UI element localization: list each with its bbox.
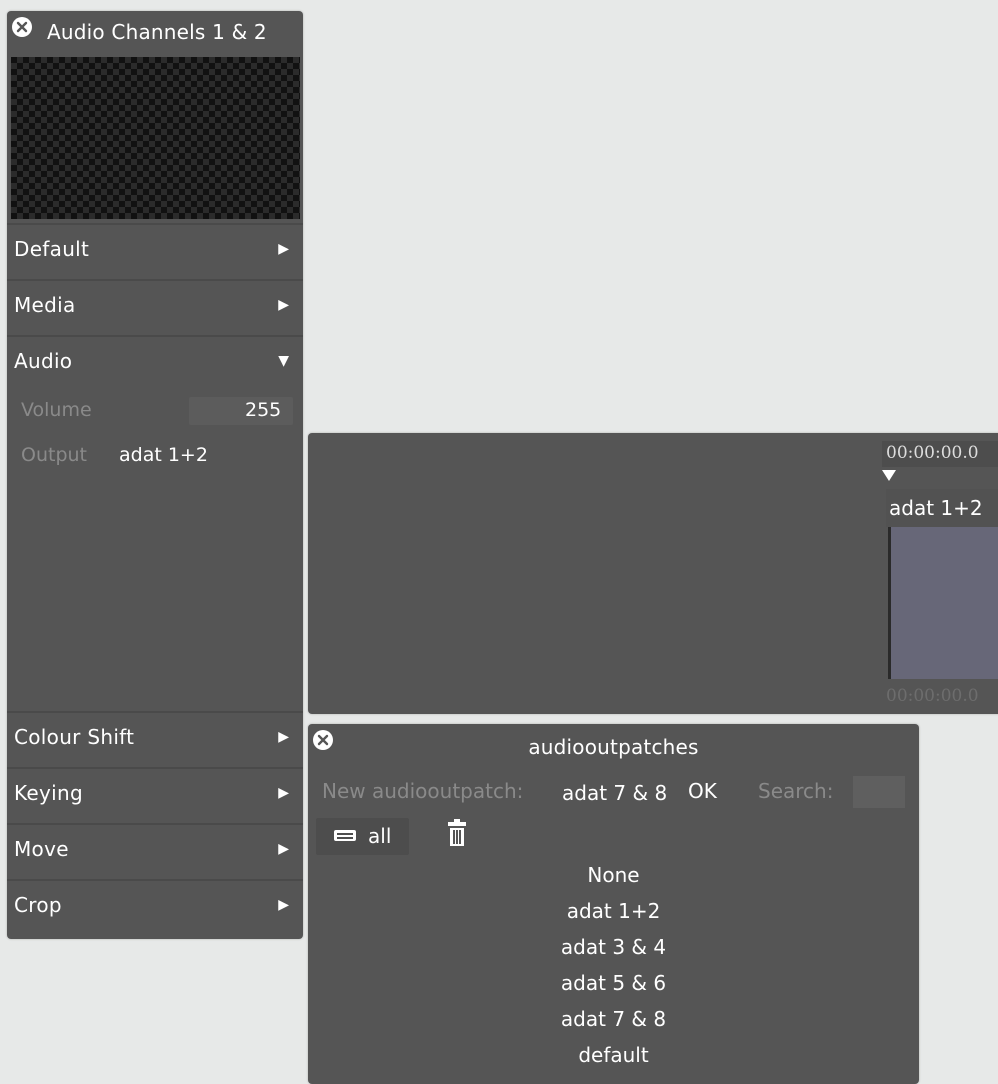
expand-arrow-icon: ▶ [278,897,289,913]
section-colour-shift[interactable]: Colour Shift ▶ [7,711,303,765]
output-label: Output [21,444,87,466]
expand-arrow-icon: ▶ [278,785,289,801]
expand-arrow-icon: ▶ [278,297,289,313]
list-item[interactable]: adat 5 & 6 [308,965,919,1001]
inspector-title: Audio Channels 1 & 2 [47,20,267,44]
ok-button[interactable]: OK [688,779,717,803]
inspector-panel: Audio Channels 1 & 2 Default ▶ Media ▶ A… [7,11,303,939]
clip-body [888,527,998,679]
collapse-arrow-icon: ▼ [278,353,289,369]
show-all-button[interactable]: all [316,818,409,855]
volume-label: Volume [21,399,92,421]
audiooutpatches-panel: audiooutpatches New audiooutpatch: adat … [308,724,919,1084]
section-media[interactable]: Media ▶ [7,279,303,333]
clip-label: adat 1+2 [886,489,998,527]
timeline-clip[interactable]: adat 1+2 [886,489,998,679]
section-default[interactable]: Default ▶ [7,223,303,277]
playhead-icon[interactable] [882,470,896,482]
section-label: Keying [14,781,83,805]
list-item[interactable]: default [308,1037,919,1073]
section-label: Colour Shift [14,725,135,749]
new-patch-label: New audiooutpatch: [322,779,524,803]
section-label: Move [14,837,69,861]
start-timecode: 00:00:00.0 [886,443,979,463]
media-preview [11,57,300,219]
list-item[interactable]: adat 1+2 [308,893,919,929]
section-label: Crop [14,893,62,917]
expand-arrow-icon: ▶ [278,729,289,745]
list-item[interactable]: adat 7 & 8 [308,1001,919,1037]
section-label: Default [14,237,90,261]
section-move[interactable]: Move ▶ [7,823,303,877]
section-label: Audio [14,349,73,373]
volume-value[interactable]: 255 [245,399,281,421]
stack-icon [334,830,356,841]
search-input[interactable] [853,776,905,808]
output-value[interactable]: adat 1+2 [119,444,208,466]
expand-arrow-icon: ▶ [278,241,289,257]
timeline-panel: 00:00:00.0 adat 1+2 00:00:00.0 [308,433,998,714]
list-item[interactable]: None [308,857,919,893]
new-patch-input[interactable]: adat 7 & 8 [562,781,667,805]
end-timecode: 00:00:00.0 [886,686,979,706]
search-label: Search: [758,779,834,803]
section-keying[interactable]: Keying ▶ [7,767,303,821]
section-crop[interactable]: Crop ▶ [7,879,303,933]
close-icon[interactable] [12,17,32,37]
section-label: Media [14,293,76,317]
all-label: all [368,824,392,848]
expand-arrow-icon: ▶ [278,841,289,857]
list-item[interactable]: adat 3 & 4 [308,929,919,965]
trash-icon[interactable] [447,818,467,848]
panel-title: audiooutpatches [528,735,699,759]
section-audio[interactable]: Audio ▼ [7,335,303,389]
